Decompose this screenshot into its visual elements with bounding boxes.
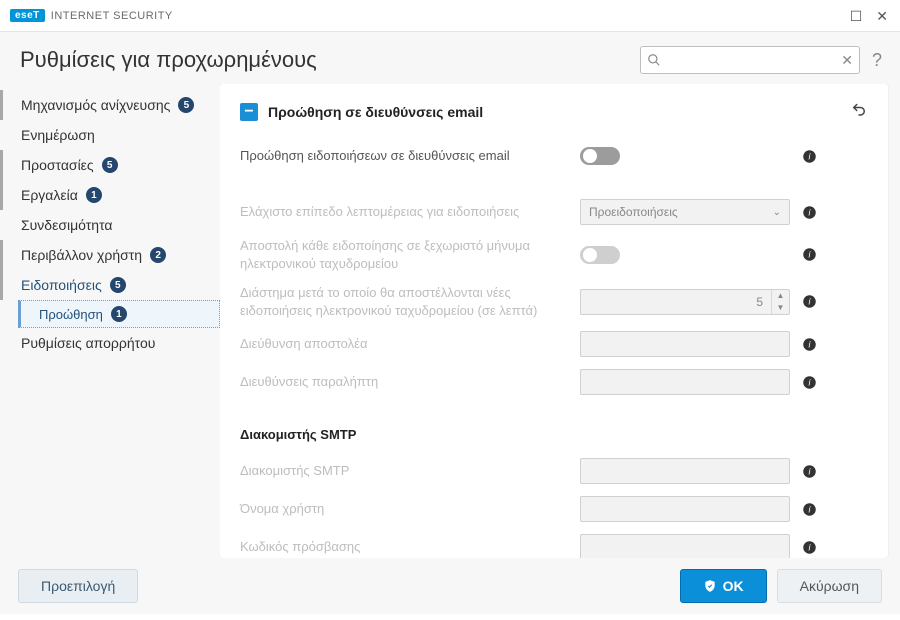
sidebar-item-label: Περιβάλλον χρήστη: [21, 247, 142, 263]
sidebar-badge: 5: [110, 277, 126, 293]
sidebar-item-label: Προώθηση: [39, 307, 103, 322]
footer: Προεπιλογή OK Ακύρωση: [0, 558, 900, 614]
info-icon[interactable]: i: [800, 294, 818, 309]
brand-logo: eseT: [10, 9, 45, 22]
label-smtp-server: Διακομιστής SMTP: [240, 462, 570, 480]
sidebar-badge: 2: [150, 247, 166, 263]
sidebar-item-protections[interactable]: Προστασίες 5: [0, 150, 220, 180]
close-button[interactable]: ✕: [876, 9, 888, 23]
label-smtp-password: Κωδικός πρόσβασης: [240, 538, 570, 556]
sidebar-badge: 1: [111, 306, 127, 322]
info-icon[interactable]: i: [800, 149, 818, 164]
sidebar-item-label: Ρυθμίσεις απορρήτου: [21, 335, 155, 351]
spinner-interval: ▲ ▼: [580, 289, 790, 315]
sidebar-item-detection-engine[interactable]: Μηχανισμός ανίχνευσης 5: [0, 90, 220, 120]
sidebar-item-privacy[interactable]: Ρυθμίσεις απορρήτου: [0, 328, 220, 358]
clear-search-icon[interactable]: ✕: [841, 52, 853, 69]
label-forward-toggle: Προώθηση ειδοποιήσεων σε διευθύνσεις ema…: [240, 147, 570, 165]
select-min-verbosity: Προειδοποιήσεις ⌄: [580, 199, 790, 225]
input-smtp-password: [580, 534, 790, 558]
header: Ρυθμίσεις για προχωρημένους ✕ ?: [0, 32, 900, 84]
info-icon[interactable]: i: [800, 502, 818, 517]
sidebar-item-label: Εργαλεία: [21, 187, 78, 203]
sidebar-item-tools[interactable]: Εργαλεία 1: [0, 180, 220, 210]
sidebar-item-notifications[interactable]: Ειδοποιήσεις 5: [0, 270, 220, 300]
sidebar-badge: 1: [86, 187, 102, 203]
search-input[interactable]: [661, 52, 841, 68]
sidebar-item-user-interface[interactable]: Περιβάλλον χρήστη 2: [0, 240, 220, 270]
default-button[interactable]: Προεπιλογή: [18, 569, 138, 603]
undo-icon: [850, 100, 868, 118]
toggle-separate-email: [580, 246, 620, 264]
info-icon[interactable]: i: [800, 540, 818, 555]
sidebar-badge: 5: [102, 157, 118, 173]
select-value: Προειδοποιήσεις: [589, 205, 678, 219]
info-icon[interactable]: i: [800, 464, 818, 479]
spinner-up-icon: ▲: [772, 290, 789, 302]
brand-name: INTERNET SECURITY: [51, 10, 173, 22]
info-icon[interactable]: i: [800, 375, 818, 390]
search-box[interactable]: ✕: [640, 46, 860, 74]
help-button[interactable]: ?: [872, 50, 882, 71]
input-smtp-server: [580, 458, 790, 484]
label-smtp-username: Όνομα χρήστη: [240, 500, 570, 518]
label-separate-email: Αποστολή κάθε ειδοποίησης σε ξεχωριστό μ…: [240, 237, 570, 272]
input-sender-address: [580, 331, 790, 357]
sidebar-item-forwarding[interactable]: Προώθηση 1: [18, 300, 220, 328]
collapse-toggle[interactable]: −: [240, 103, 258, 121]
settings-panel: − Προώθηση σε διευθύνσεις email Προώθηση…: [220, 84, 888, 558]
sidebar-item-label: Συνδεσιμότητα: [21, 217, 113, 233]
brand: eseT INTERNET SECURITY: [10, 9, 173, 22]
label-min-verbosity: Ελάχιστο επίπεδο λεπτομέρειας για ειδοπο…: [240, 203, 570, 221]
smtp-heading: Διακομιστής SMTP: [240, 427, 868, 442]
sidebar: Μηχανισμός ανίχνευσης 5 Ενημέρωση Προστα…: [0, 84, 220, 558]
page-title: Ρυθμίσεις για προχωρημένους: [20, 47, 317, 73]
sidebar-badge: 5: [178, 97, 194, 113]
spinner-value: [581, 295, 771, 309]
section-title: Προώθηση σε διευθύνσεις email: [268, 104, 483, 120]
chevron-down-icon: ⌄: [773, 207, 781, 218]
label-interval: Διάστημα μετά το οποίο θα αποστέλλονται …: [240, 284, 570, 319]
sidebar-item-label: Ενημέρωση: [21, 127, 95, 143]
toggle-forward-email[interactable]: [580, 147, 620, 165]
input-recipient-addresses: [580, 369, 790, 395]
sidebar-item-update[interactable]: Ενημέρωση: [0, 120, 220, 150]
info-icon[interactable]: i: [800, 247, 818, 262]
maximize-button[interactable]: ☐: [850, 9, 863, 23]
sidebar-item-connectivity[interactable]: Συνδεσιμότητα: [0, 210, 220, 240]
info-icon[interactable]: i: [800, 337, 818, 352]
titlebar: eseT INTERNET SECURITY ☐ ✕: [0, 0, 900, 32]
undo-button[interactable]: [850, 100, 868, 123]
window-controls: ☐ ✕: [850, 9, 888, 23]
label-recipients: Διευθύνσεις παραλήπτη: [240, 373, 570, 391]
label-sender: Διεύθυνση αποστολέα: [240, 335, 570, 353]
spinner-down-icon: ▼: [772, 302, 789, 314]
sidebar-item-label: Ειδοποιήσεις: [21, 277, 102, 293]
ok-button[interactable]: OK: [680, 569, 767, 603]
input-smtp-username: [580, 496, 790, 522]
sidebar-item-label: Μηχανισμός ανίχνευσης: [21, 97, 170, 113]
search-icon: [647, 53, 661, 67]
sidebar-item-label: Προστασίες: [21, 157, 94, 173]
cancel-button[interactable]: Ακύρωση: [777, 569, 882, 603]
shield-icon: [703, 579, 717, 593]
info-icon[interactable]: i: [800, 205, 818, 220]
